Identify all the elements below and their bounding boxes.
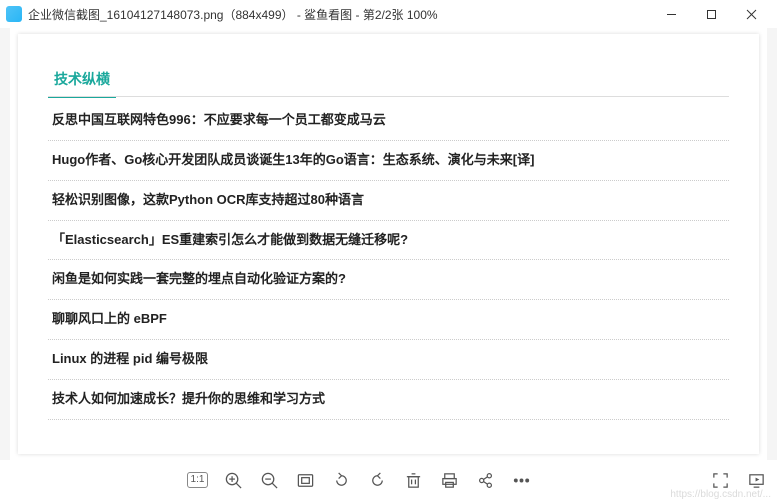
section-tabs: 技术纵横 [48,68,729,97]
titlebar: 企业微信截图_16104127148073.png（884x499） - 鲨鱼看… [0,0,777,28]
delete-button[interactable] [402,469,424,491]
bottom-toolbar: 1:1 [0,460,777,500]
zoom-in-button[interactable] [222,469,244,491]
next-image-strip[interactable] [767,28,777,460]
maximize-button[interactable] [691,0,731,28]
tab-tech: 技术纵横 [48,69,116,98]
list-item: 聊聊风口上的 eBPF [48,300,729,340]
image-viewport: 技术纵横 反思中国互联网特色996：不应要求每一个员工都变成马云 Hugo作者、… [0,28,777,460]
rotate-right-button[interactable] [366,469,388,491]
list-item: Linux 的进程 pid 编号极限 [48,340,729,380]
window-title: 企业微信截图_16104127148073.png（884x499） - 鲨鱼看… [28,6,651,23]
print-button[interactable] [438,469,460,491]
fit-window-button[interactable] [294,469,316,491]
article-list: 反思中国互联网特色996：不应要求每一个员工都变成马云 Hugo作者、Go核心开… [48,101,729,420]
more-button[interactable] [510,469,532,491]
list-item: 轻松识别图像，这款Python OCR库支持超过80种语言 [48,181,729,221]
rotate-left-button[interactable] [330,469,352,491]
minimize-button[interactable] [651,0,691,28]
zoom-out-button[interactable] [258,469,280,491]
list-item: 闲鱼是如何实践一套完整的埋点自动化验证方案的? [48,260,729,300]
previous-image-strip[interactable] [0,28,10,460]
list-item: 反思中国互联网特色996：不应要求每一个员工都变成马云 [48,101,729,141]
list-item: Hugo作者、Go核心开发团队成员谈诞生13年的Go语言：生态系统、演化与未来[… [48,141,729,181]
fullscreen-button[interactable] [709,469,731,491]
share-button[interactable] [474,469,496,491]
app-icon [6,6,22,22]
actual-size-button[interactable]: 1:1 [187,472,209,488]
window-controls [651,0,771,28]
slideshow-button[interactable] [745,469,767,491]
list-item: 「Elasticsearch」ES重建索引怎么才能做到数据无缝迁移呢? [48,221,729,261]
displayed-image: 技术纵横 反思中国互联网特色996：不应要求每一个员工都变成马云 Hugo作者、… [18,34,759,454]
close-button[interactable] [731,0,771,28]
list-item: 技术人如何加速成长？提升你的思维和学习方式 [48,380,729,420]
